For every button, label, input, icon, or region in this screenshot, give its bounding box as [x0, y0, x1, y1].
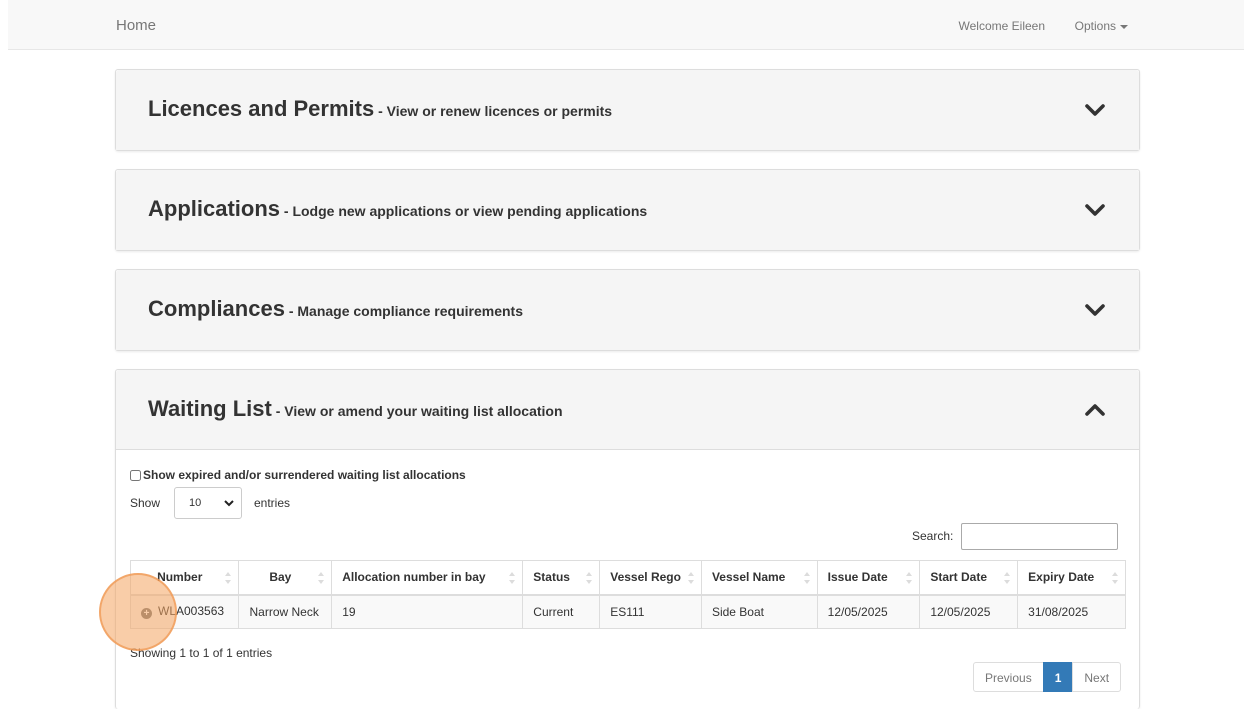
column-header-label: Vessel Name	[711, 570, 786, 585]
chevron-down-icon	[224, 500, 234, 507]
caret-down-icon	[1120, 24, 1128, 29]
sort-icon	[906, 572, 913, 586]
chevron-down-icon[interactable]	[1085, 303, 1105, 317]
panel-applications: Applications - Lodge new applications or…	[115, 169, 1140, 251]
panel-heading-compliances[interactable]: Compliances - Manage compliance requirem…	[116, 270, 1139, 350]
column-header-start-date[interactable]: Start Date	[919, 560, 1019, 595]
column-header-expiry-date[interactable]: Expiry Date	[1017, 560, 1126, 595]
column-header-number[interactable]: Number	[129, 560, 240, 595]
cell-number[interactable]: + WLA003563	[129, 593, 240, 629]
column-header-allocation[interactable]: Allocation number in bay	[331, 560, 524, 595]
page-1-button[interactable]: 1	[1042, 662, 1074, 692]
table-info: Showing 1 to 1 of 1 entries	[130, 646, 273, 660]
entries-label: entries	[254, 496, 291, 510]
next-button[interactable]: Next	[1072, 662, 1122, 692]
panel-subtitle: - Manage compliance requirements	[284, 303, 524, 319]
panel-heading-licences[interactable]: Licences and Permits - View or renew lic…	[116, 70, 1139, 150]
column-header-label: Expiry Date	[1028, 570, 1095, 585]
column-header-status[interactable]: Status	[522, 560, 601, 595]
column-header-bay[interactable]: Bay	[238, 560, 333, 595]
show-expired-label: Show expired and/or surrendered waiting …	[143, 468, 466, 482]
sort-icon	[225, 572, 232, 586]
search-label: Search:	[912, 529, 954, 543]
cell-bay: Narrow Neck	[238, 593, 333, 629]
column-header-label: Status	[533, 570, 570, 585]
panel-title: Waiting List - View or amend your waitin…	[148, 396, 563, 422]
panel-title-text: Waiting List	[148, 396, 272, 421]
table-row[interactable]: + WLA003563 Narrow Neck 19 Current ES111 …	[129, 593, 1126, 629]
sort-icon	[803, 572, 811, 586]
entries-value: 10	[189, 497, 202, 509]
table-header-row: Number Bay Allocation number in bay Stat…	[129, 560, 1126, 595]
options-label: Options	[1074, 19, 1116, 33]
cell-status: Current	[522, 593, 601, 629]
welcome-text: Welcome Eileen	[958, 19, 1045, 33]
panel-title-text: Compliances	[148, 296, 285, 321]
sort-icon	[687, 572, 695, 586]
panel-title: Compliances - Manage compliance requirem…	[148, 296, 523, 322]
search-input[interactable]	[961, 523, 1118, 550]
home-link[interactable]: Home	[116, 17, 156, 34]
panel-waiting-list: Waiting List - View or amend your waitin…	[115, 369, 1140, 709]
sort-icon	[1004, 572, 1011, 586]
show-expired-option[interactable]: Show expired and/or surrendered waiting …	[130, 468, 466, 482]
show-expired-checkbox[interactable]	[130, 469, 141, 481]
panel-title: Licences and Permits - View or renew lic…	[148, 96, 612, 122]
cell-text: WLA003563	[158, 604, 225, 619]
panel-title: Applications - Lodge new applications or…	[148, 196, 647, 222]
entries-select[interactable]: 10	[174, 487, 242, 519]
options-dropdown[interactable]: Options	[1075, 19, 1128, 33]
cell-vessel-rego: ES111	[599, 593, 702, 629]
column-header-vessel-name[interactable]: Vessel Name	[700, 560, 818, 595]
column-header-label: Allocation number in bay	[342, 570, 486, 585]
column-header-issue-date[interactable]: Issue Date	[816, 560, 921, 595]
navbar: Home Welcome Eileen Options	[8, 0, 1244, 50]
cell-vessel-name: Side Boat	[700, 593, 818, 629]
panel-compliances: Compliances - Manage compliance requirem…	[115, 269, 1140, 351]
panel-heading-waiting-list[interactable]: Waiting List - View or amend your waitin…	[116, 370, 1139, 450]
column-header-label: Bay	[269, 570, 292, 585]
column-header-label: Issue Date	[827, 570, 888, 585]
cell-start-date: 12/05/2025	[919, 593, 1019, 629]
chevron-down-icon[interactable]	[1085, 203, 1105, 217]
cell-allocation: 19	[331, 593, 524, 629]
panel-subtitle: - View or renew licences or permits	[374, 103, 613, 119]
plus-circle-icon[interactable]: +	[141, 608, 152, 620]
cell-expiry-date: 31/08/2025	[1017, 593, 1126, 629]
column-header-label: Number	[157, 570, 203, 585]
panel-licences: Licences and Permits - View or renew lic…	[115, 69, 1140, 151]
column-header-label: Vessel Rego	[610, 570, 681, 585]
cell-issue-date: 12/05/2025	[816, 593, 921, 629]
sort-icon	[318, 572, 325, 586]
pagination: Previous 1 Next	[973, 662, 1122, 692]
waiting-list-table: Number Bay Allocation number in bay Stat…	[129, 560, 1126, 629]
sort-icon	[509, 572, 516, 586]
column-header-label: Start Date	[930, 570, 988, 585]
sort-icon	[1112, 572, 1119, 586]
chevron-down-icon[interactable]	[1085, 103, 1105, 117]
panel-heading-applications[interactable]: Applications - Lodge new applications or…	[116, 170, 1139, 250]
panel-subtitle: - View or amend your waiting list alloca…	[271, 403, 563, 419]
sort-icon	[586, 572, 593, 586]
panel-subtitle: - Lodge new applications or view pending…	[280, 203, 648, 219]
previous-button[interactable]: Previous	[973, 662, 1044, 692]
panel-title-text: Licences and Permits	[148, 96, 375, 121]
chevron-up-icon[interactable]	[1085, 403, 1105, 417]
column-header-vessel-rego[interactable]: Vessel Rego	[599, 560, 702, 595]
show-label: Show	[130, 496, 161, 510]
panel-title-text: Applications	[148, 196, 281, 221]
